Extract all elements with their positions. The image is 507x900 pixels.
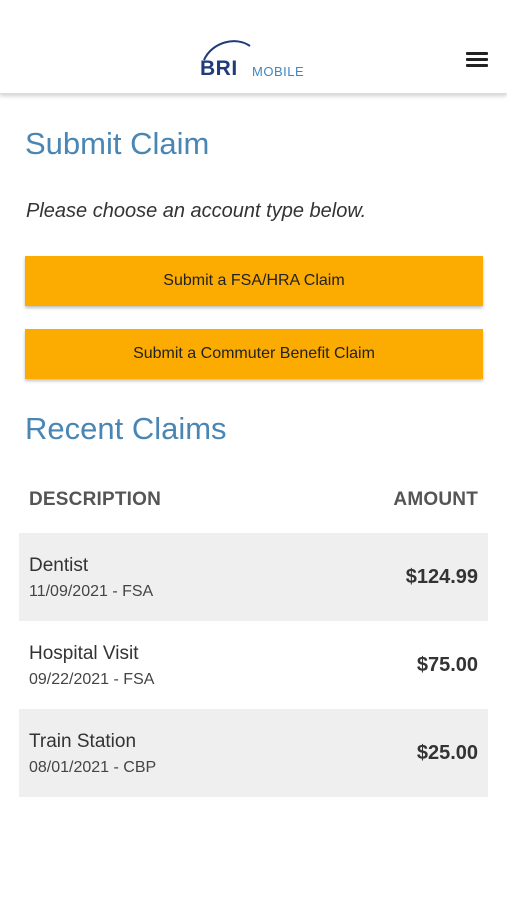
recent-claims-list: Dentist 11/09/2021 - FSA $124.99 Hospita… bbox=[19, 533, 488, 797]
claim-row[interactable]: Dentist 11/09/2021 - FSA $124.99 bbox=[19, 533, 488, 621]
claim-date-account: 11/09/2021 - FSA bbox=[29, 583, 154, 600]
claim-amount: $124.99 bbox=[405, 566, 478, 588]
bri-mobile-logo[interactable]: BRI MOBILE bbox=[200, 38, 310, 82]
claim-description: Dentist bbox=[29, 555, 89, 576]
submit-commuter-benefit-claim-button[interactable]: Submit a Commuter Benefit Claim bbox=[25, 329, 483, 379]
claim-row[interactable]: Train Station 08/01/2021 - CBP $25.00 bbox=[19, 709, 488, 797]
logo-primary-text: BRI bbox=[200, 57, 238, 80]
app-header: BRI MOBILE bbox=[0, 0, 507, 94]
claim-description: Train Station bbox=[29, 731, 137, 752]
claim-amount: $75.00 bbox=[416, 654, 478, 676]
account-type-instructions: Please choose an account type below. bbox=[26, 200, 367, 222]
hamburger-menu-icon[interactable] bbox=[462, 48, 494, 72]
amount-column-header: AMOUNT bbox=[393, 489, 478, 510]
claim-amount: $25.00 bbox=[416, 742, 478, 764]
logo-secondary-text: MOBILE bbox=[252, 64, 305, 79]
submit-fsa-hra-claim-button[interactable]: Submit a FSA/HRA Claim bbox=[25, 256, 483, 306]
recent-claims-title: Recent Claims bbox=[25, 411, 227, 446]
submit-claim-title: Submit Claim bbox=[25, 126, 210, 161]
claim-description: Hospital Visit bbox=[29, 643, 139, 664]
claim-date-account: 08/01/2021 - CBP bbox=[29, 759, 157, 776]
claim-row[interactable]: Hospital Visit 09/22/2021 - FSA $75.00 bbox=[19, 621, 488, 709]
description-column-header: DESCRIPTION bbox=[29, 489, 162, 510]
claim-date-account: 09/22/2021 - FSA bbox=[29, 671, 155, 688]
